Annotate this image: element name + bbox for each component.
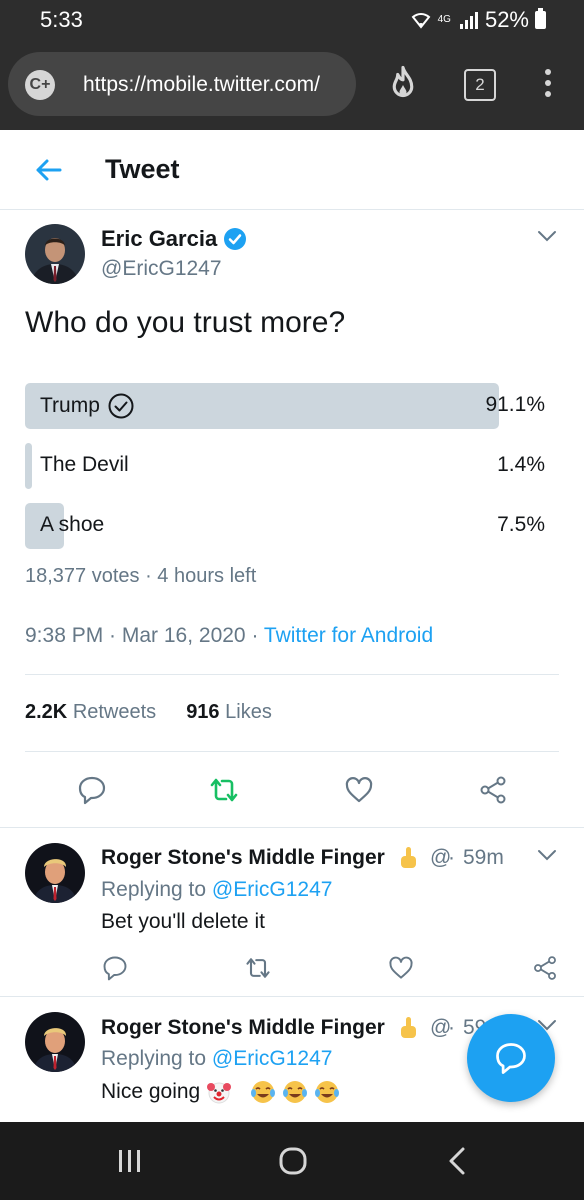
back-arrow-icon[interactable] <box>30 152 66 188</box>
mention-link[interactable]: @EricG1247 <box>212 878 333 901</box>
reply-avatar[interactable] <box>25 843 85 903</box>
divider <box>0 827 584 828</box>
url-text[interactable]: https://mobile.twitter.com/ <box>83 73 345 97</box>
network-type: 4G <box>437 14 451 25</box>
poll-option-percent: 1.4% <box>497 453 545 476</box>
tweet-text: Who do you trust more? <box>25 306 346 339</box>
poll-option: The Devil 1.4% <box>25 443 545 489</box>
signal-icon <box>459 12 478 29</box>
reply-icon[interactable] <box>76 774 108 806</box>
poll-option: A shoe 7.5% <box>25 503 545 549</box>
battery-percent: 52% <box>484 7 529 32</box>
poll-option-label: Trump <box>40 393 134 419</box>
wifi-icon <box>411 13 430 29</box>
home-icon[interactable] <box>278 1146 308 1176</box>
flame-icon[interactable] <box>382 64 424 106</box>
battery-icon <box>535 8 546 29</box>
reply-text: Nice going <box>101 1079 340 1105</box>
reply-text: Bet you'll delete it <box>101 910 265 933</box>
reply-avatar[interactable] <box>25 1012 85 1072</box>
check-circle-icon <box>108 393 134 419</box>
page-header: Tweet <box>0 130 584 210</box>
poll-meta: 18,377 votes · 4 hours left <box>25 565 257 587</box>
poll-bar <box>25 443 33 489</box>
divider <box>25 674 559 675</box>
poll-option: Trump 91.1% <box>25 383 545 429</box>
author-handle[interactable]: @EricG1247 <box>101 257 222 281</box>
chevron-down-icon[interactable] <box>537 230 557 242</box>
divider <box>25 751 559 752</box>
retweet-icon[interactable] <box>244 954 272 982</box>
clown-face-emoji-icon <box>207 1082 232 1104</box>
tweet-timestamp: 9:38 PM · Mar 16, 2020 · Twitter for And… <box>25 624 434 647</box>
reply-author-name[interactable]: Roger Stone's Middle Finger <box>101 845 421 871</box>
mention-link[interactable]: @EricG1247 <box>212 1047 333 1070</box>
verified-badge-icon <box>224 228 247 250</box>
reply-icon[interactable] <box>101 954 129 982</box>
c-plus-icon[interactable]: C+ <box>25 70 55 100</box>
tweet-stats: 2.2K Retweets 916 Likes <box>25 701 272 724</box>
replying-to: Replying to @EricG1247 <box>101 878 333 901</box>
status-icons: 4G 52% <box>410 7 546 33</box>
middle-finger-emoji-icon <box>400 847 416 868</box>
replying-to: Replying to @EricG1247 <box>101 1047 333 1070</box>
recent-apps-icon[interactable] <box>116 1148 144 1174</box>
poll-option-percent: 91.1% <box>485 393 545 416</box>
compose-reply-button[interactable] <box>467 1014 555 1102</box>
reply-author-name[interactable]: Roger Stone's Middle Finger <box>101 1015 421 1041</box>
author-name[interactable]: Eric Garcia <box>101 226 247 252</box>
like-heart-icon[interactable] <box>387 954 415 982</box>
reply-separator: · <box>448 846 455 869</box>
like-heart-icon[interactable] <box>343 774 375 806</box>
back-icon[interactable] <box>446 1146 468 1176</box>
source-link[interactable]: Twitter for Android <box>264 624 433 647</box>
reply-separator: · <box>448 1016 455 1039</box>
share-icon[interactable] <box>477 774 509 806</box>
kebab-menu-icon[interactable] <box>538 69 558 103</box>
compose-reply-icon <box>496 1043 526 1074</box>
retweets-stat[interactable]: 2.2K Retweets <box>25 701 156 724</box>
status-bar: 5:33 4G 52% <box>0 0 584 40</box>
poll-option-label: A shoe <box>40 513 105 536</box>
tears-of-joy-emoji-icon <box>315 1081 340 1103</box>
tears-of-joy-emoji-icon <box>283 1081 308 1103</box>
chevron-down-icon[interactable] <box>537 849 557 861</box>
share-icon[interactable] <box>531 954 559 982</box>
tears-of-joy-emoji-icon <box>251 1081 276 1103</box>
status-time: 5:33 <box>40 7 83 32</box>
likes-stat[interactable]: 916 Likes <box>186 701 272 724</box>
middle-finger-emoji-icon <box>400 1017 416 1038</box>
address-bar[interactable]: C+ https://mobile.twitter.com/ <box>8 52 356 116</box>
divider <box>0 996 584 997</box>
tabs-button[interactable]: 2 <box>464 69 496 101</box>
page-title: Tweet <box>105 154 180 184</box>
author-avatar[interactable] <box>25 224 85 284</box>
system-nav-bar <box>0 1122 584 1200</box>
browser-toolbar: C+ https://mobile.twitter.com/ 2 <box>0 40 584 130</box>
poll-option-percent: 7.5% <box>497 513 545 536</box>
poll-option-label: The Devil <box>40 453 129 476</box>
retweet-icon[interactable] <box>208 774 240 806</box>
reply-time[interactable]: 59m <box>463 846 504 870</box>
